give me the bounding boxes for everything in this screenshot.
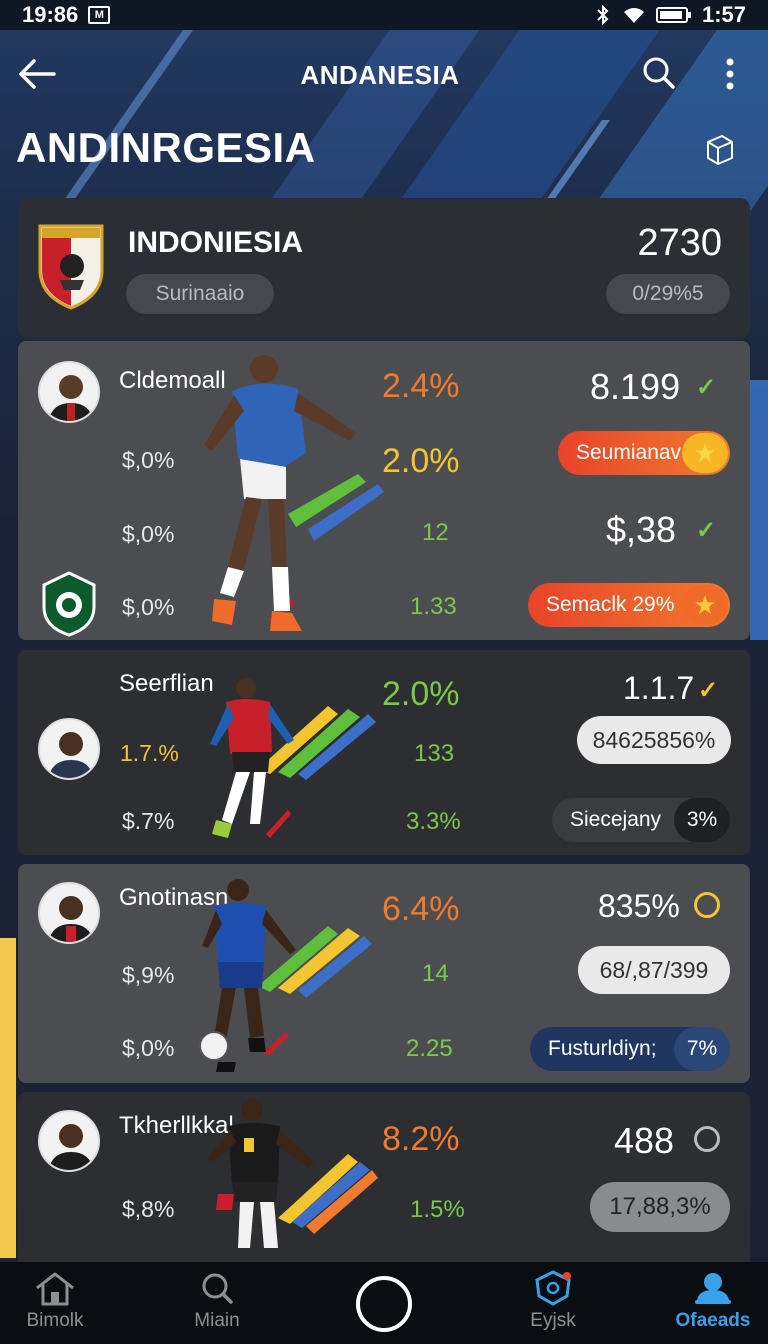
tag-pill-label: Semaclk 29% [546,593,675,616]
value-chip[interactable]: 84625856% [577,716,731,764]
team-card[interactable]: INDONIESIA 2730 Surinaaio 0/29%5 [18,198,750,338]
stat-small: 1.33 [410,593,457,620]
cube-button[interactable] [700,130,740,170]
player-image [204,355,384,631]
stat-left: $,0% [122,1035,175,1061]
stat-left: $,9% [122,962,175,988]
tag-pill-value: 3% [674,798,730,842]
profile-icon [695,1273,731,1304]
search-icon [643,57,675,89]
stat-pct-main: 6.4% [382,890,460,928]
nav-label: Bimolk [26,1310,84,1331]
page-title: ANDINRGESIA [16,124,316,171]
search-button[interactable] [636,50,684,98]
value-top: 1.1.7 [623,670,695,706]
player-avatar [38,361,100,423]
status-circle-icon [694,1126,720,1152]
bg-edge-blue [750,380,768,640]
battery-icon [655,7,691,23]
bluetooth-icon [597,5,609,25]
player-card[interactable]: Gnotinasn $,9% $,0% 6.4% 14 2.25 835% 68… [18,864,750,1083]
team-name: INDONIESIA [128,226,304,259]
tag-pill[interactable]: Fusturldiyn; 7% [530,1027,730,1071]
stat-pct-main: 2.4% [382,367,460,405]
value-top: 488 [614,1120,675,1161]
notification-icon: M [88,6,111,24]
status-bar: 19:86 M 1:57 [0,0,768,30]
cube-icon [707,135,733,165]
tag-pill-label: Seumianav [576,441,682,464]
tag-pill[interactable]: Seumianav ★ [558,431,730,475]
stat-left: $,8% [122,1196,175,1222]
player-card[interactable]: Cldemoall $,0% $,0% $,0% 2.4% 2.0% 12 1.… [18,341,750,640]
stat-small: 14 [422,960,449,987]
team-subtitle-chip[interactable]: Surinaaio [126,274,274,314]
player-avatar [38,1110,100,1172]
player-avatar [38,718,100,780]
tag-pill-label: Siecejany [570,808,662,831]
player-image [210,678,376,838]
shield-icon [535,1270,571,1306]
value-chip[interactable]: 68/,87/399 [578,946,730,994]
status-time-right: 1:57 [701,2,746,27]
value-top: 8.199 [590,366,681,407]
stat-small: 12 [422,519,449,546]
nav-item-home[interactable]: Bimolk [0,1270,110,1332]
status-circle-icon [694,892,720,918]
nav-label: Miain [194,1310,240,1331]
nav-item-shield[interactable]: Eyjsk [498,1270,608,1332]
nav-label: Eyjsk [530,1310,576,1331]
club-crest-icon [42,571,96,637]
bottom-nav: Bimolk Miain Eyjsk Ofaeads [0,1262,768,1344]
check-icon: ✓ [696,517,717,544]
record-button[interactable] [356,1276,412,1332]
more-options-button[interactable] [710,50,750,98]
player-image [199,879,372,1072]
value-chip[interactable]: 17,88,3% [590,1182,730,1232]
value-top: 835% [598,888,680,924]
stat-pct-main: 2.0% [382,675,460,713]
stat-small: 2.25 [406,1035,453,1062]
player-card[interactable]: Seerflian 1.7.% $.7% 2.0% 133 3.3% 1.1.7… [18,650,750,855]
stat-pct-main: 8.2% [382,1120,460,1158]
more-vertical-icon [726,58,734,90]
app-bar: ANDANESIA [0,40,768,104]
nav-item-search[interactable]: Miain [162,1270,272,1332]
stat-small: 133 [414,740,455,767]
stat-pct-second: 2.0% [382,442,460,480]
stat-small: 3.3% [406,808,461,835]
stat-left: $,0% [122,594,175,620]
tag-pill[interactable]: Siecejany 3% [552,798,730,842]
search-icon [202,1273,233,1304]
status-time-left: 19:86 [22,2,79,27]
stat-left: $.7% [122,808,175,834]
stat-left: $,0% [122,521,175,547]
team-score: 2730 [637,222,722,264]
player-card[interactable]: Tkherllkkal $,8% 8.2% 1.5% 488 17,88,3% [18,1092,750,1262]
bg-edge-yellow [0,938,16,1258]
stat-small: 1.5% [410,1196,465,1223]
star-icon: ★ [682,585,728,625]
player-avatar [38,882,100,944]
tag-pill-label: Fusturldiyn; [548,1037,657,1060]
star-icon: ★ [682,433,728,473]
nav-label: Ofaeads [675,1310,751,1331]
team-crest-icon [38,224,104,310]
home-icon [36,1272,74,1306]
player-image [208,1099,378,1248]
stat-left: $,0% [122,447,175,473]
wifi-icon [623,8,644,23]
nav-item-profile[interactable]: Ofaeads [658,1270,768,1332]
tag-pill-value: 7% [674,1027,730,1071]
check-icon: ✓ [696,374,717,401]
check-icon: ✓ [698,677,719,704]
value-mid: $,38 [606,509,677,550]
tag-pill[interactable]: Semaclk 29% ★ [528,583,730,627]
stat-left: 1.7.% [120,740,179,766]
team-ratio-chip[interactable]: 0/29%5 [606,274,730,314]
